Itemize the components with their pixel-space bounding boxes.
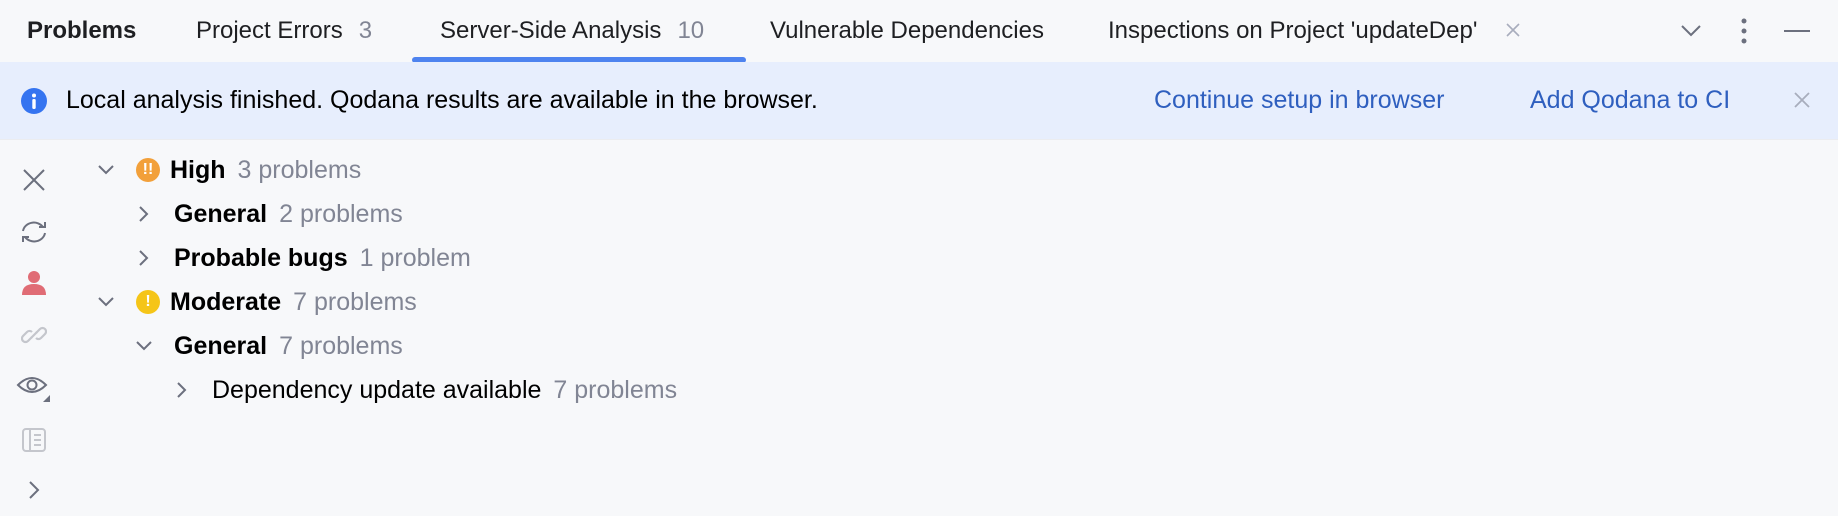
tab-label: Server-Side Analysis bbox=[440, 17, 662, 44]
tab-inspections-on-project[interactable]: Inspections on Project 'updateDep' bbox=[1108, 0, 1521, 62]
tab-close-icon[interactable] bbox=[1505, 18, 1521, 44]
tree-row-general-moderate[interactable]: General 7 problems bbox=[130, 324, 403, 368]
tree-row-label: General bbox=[174, 199, 268, 228]
tree-row-label: High bbox=[170, 155, 226, 184]
info-icon bbox=[20, 87, 48, 115]
user-icon[interactable] bbox=[14, 263, 54, 303]
refresh-icon[interactable] bbox=[14, 212, 54, 252]
chevron-down-icon[interactable] bbox=[92, 288, 120, 316]
tree-row-count: 7 problems bbox=[279, 331, 403, 360]
tree-row-label: General bbox=[174, 331, 268, 360]
chevron-right-icon[interactable] bbox=[168, 376, 196, 404]
tab-count: 10 bbox=[677, 17, 705, 44]
tab-label: Vulnerable Dependencies bbox=[770, 17, 1044, 44]
side-toolbar bbox=[0, 140, 66, 516]
chevron-down-icon[interactable] bbox=[92, 156, 120, 184]
tab-label: Inspections on Project 'updateDep' bbox=[1108, 17, 1478, 44]
tree-row-label: Dependency update available bbox=[212, 375, 542, 404]
eye-icon[interactable] bbox=[14, 368, 54, 408]
chevron-down-icon[interactable] bbox=[1676, 16, 1706, 46]
chevron-down-icon[interactable] bbox=[130, 332, 158, 360]
tool-window-title: Problems bbox=[27, 0, 136, 62]
chevron-right-icon[interactable] bbox=[130, 244, 158, 272]
high-severity-icon: !! bbox=[136, 158, 160, 182]
tree-row-moderate[interactable]: ! Moderate 7 problems bbox=[92, 280, 417, 324]
tree-row-count: 2 problems bbox=[279, 199, 403, 228]
tab-bar: Problems Project Errors 3 Server-Side An… bbox=[0, 0, 1838, 63]
notification-banner: Local analysis finished. Qodana results … bbox=[0, 62, 1838, 140]
continue-setup-link[interactable]: Continue setup in browser bbox=[1154, 62, 1444, 139]
banner-close-icon[interactable] bbox=[1792, 90, 1812, 110]
banner-message: Local analysis finished. Qodana results … bbox=[66, 86, 818, 114]
tree-row-high[interactable]: !! High 3 problems bbox=[92, 148, 361, 192]
tree-row-count: 7 problems bbox=[293, 287, 417, 316]
tree-row-general-high[interactable]: General 2 problems bbox=[130, 192, 403, 236]
tree-row-count: 7 problems bbox=[553, 375, 678, 404]
tree-row-label: Moderate bbox=[170, 287, 282, 316]
minimize-icon[interactable] bbox=[1782, 16, 1812, 46]
close-icon[interactable] bbox=[14, 160, 54, 200]
tab-project-errors[interactable]: Project Errors 3 bbox=[196, 0, 372, 62]
add-qodana-to-ci-link[interactable]: Add Qodana to CI bbox=[1530, 62, 1730, 139]
tree-row-probable-bugs[interactable]: Probable bugs 1 problem bbox=[130, 236, 471, 280]
tree-row-dependency-update[interactable]: Dependency update available 7 problems bbox=[168, 368, 677, 412]
preview-panel-icon[interactable] bbox=[14, 420, 54, 460]
tab-label: Project Errors bbox=[196, 17, 343, 44]
tab-server-side-analysis[interactable]: Server-Side Analysis 10 bbox=[440, 0, 704, 62]
tree-row-count: 1 problem bbox=[359, 243, 471, 272]
tool-window-title-label: Problems bbox=[27, 17, 137, 44]
more-vertical-icon[interactable] bbox=[1729, 16, 1759, 46]
moderate-severity-icon: ! bbox=[136, 290, 160, 314]
tab-count: 3 bbox=[358, 17, 373, 44]
tree-row-count: 3 problems bbox=[237, 155, 362, 184]
link-icon[interactable] bbox=[14, 315, 54, 355]
expand-icon[interactable] bbox=[14, 470, 54, 510]
chevron-right-icon[interactable] bbox=[130, 200, 158, 228]
tree-row-label: Probable bugs bbox=[174, 243, 348, 272]
tab-vulnerable-dependencies[interactable]: Vulnerable Dependencies bbox=[770, 0, 1044, 62]
